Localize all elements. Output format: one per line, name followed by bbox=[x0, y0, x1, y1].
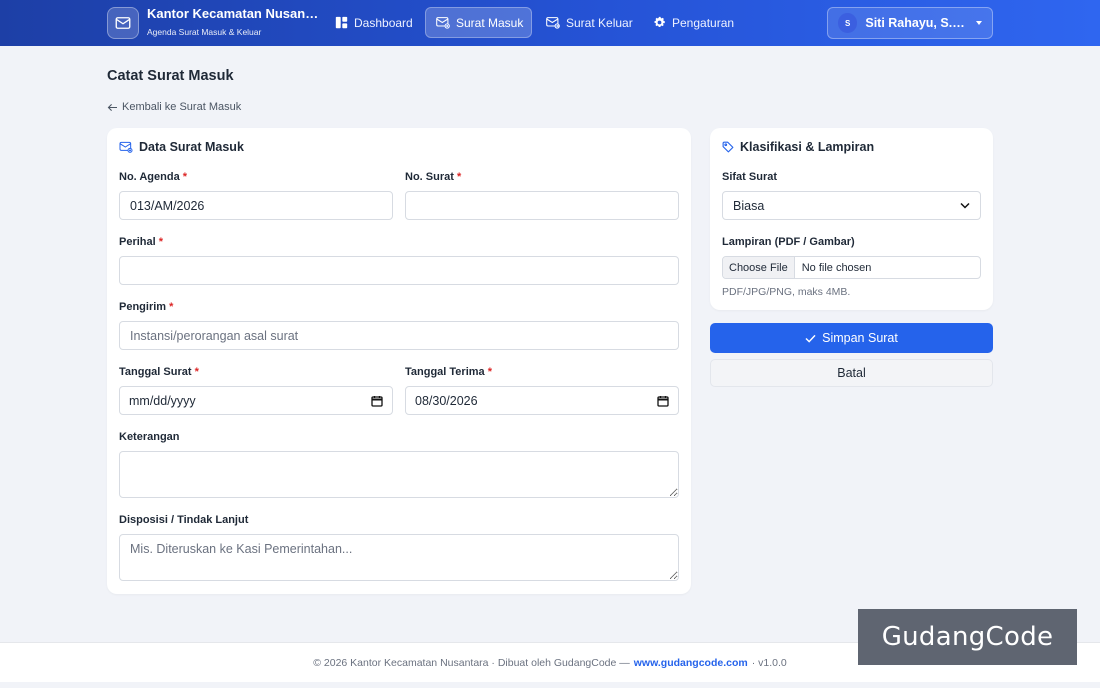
keterangan-textarea[interactable] bbox=[119, 451, 679, 498]
back-link[interactable]: Kembali ke Surat Masuk bbox=[107, 101, 241, 113]
nav-dashboard-label: Dashboard bbox=[354, 15, 413, 30]
tanggal-surat-input[interactable]: mm/dd/yyyy bbox=[119, 386, 393, 415]
sifat-surat-value: Biasa bbox=[733, 198, 765, 213]
label-disposisi: Disposisi / Tindak Lanjut bbox=[119, 514, 249, 526]
footer-link[interactable]: www.gudangcode.com bbox=[634, 657, 748, 669]
avatar: S bbox=[838, 13, 858, 33]
no-surat-input[interactable] bbox=[405, 191, 679, 220]
brand-subtitle: Agenda Surat Masuk & Keluar bbox=[147, 27, 262, 37]
nav-pengaturan[interactable]: Pengaturan bbox=[643, 7, 744, 38]
label-keterangan: Keterangan bbox=[119, 431, 180, 443]
card-heading: Klasifikasi & Lampiran bbox=[722, 140, 874, 154]
file-hint: PDF/JPG/PNG, maks 4MB. bbox=[722, 286, 851, 298]
label-sifat-surat: Sifat Surat bbox=[722, 171, 778, 183]
watermark: GudangCode bbox=[858, 609, 1077, 665]
no-agenda-input[interactable] bbox=[119, 191, 393, 220]
label-perihal: Perihal * bbox=[119, 236, 164, 248]
mail-logo-icon[interactable] bbox=[107, 7, 139, 39]
lampiran-file-input[interactable]: Choose File No file chosen bbox=[722, 256, 981, 279]
label-tanggal-surat: Tanggal Surat * bbox=[119, 366, 199, 378]
brand-title[interactable]: Kantor Kecamatan Nusan… bbox=[147, 6, 318, 21]
tanggal-terima-value: 08/30/2026 bbox=[415, 393, 478, 408]
outbox-mail-icon bbox=[546, 17, 560, 29]
chevron-down-icon bbox=[960, 202, 970, 209]
label-no-agenda: No. Agenda * bbox=[119, 171, 188, 183]
footer-version: · v1.0.0 bbox=[751, 656, 787, 669]
tag-icon bbox=[722, 141, 734, 153]
nav-surat-keluar-label: Surat Keluar bbox=[566, 15, 633, 30]
card-heading: Data Surat Masuk bbox=[119, 140, 244, 154]
nav-surat-masuk[interactable]: Surat Masuk bbox=[425, 7, 532, 38]
card-heading-text: Data Surat Masuk bbox=[139, 140, 244, 154]
klasifikasi-card: Klasifikasi & Lampiran Sifat Surat Biasa… bbox=[710, 128, 993, 310]
top-navbar: Kantor Kecamatan Nusan… Agenda Surat Mas… bbox=[0, 0, 1100, 46]
data-surat-card: Data Surat Masuk No. Agenda * No. Surat … bbox=[107, 128, 691, 594]
caret-down-icon bbox=[976, 21, 982, 25]
label-tanggal-terima: Tanggal Terima * bbox=[405, 366, 493, 378]
arrow-left-icon bbox=[107, 103, 117, 111]
card-heading-text: Klasifikasi & Lampiran bbox=[740, 140, 875, 154]
calendar-icon[interactable] bbox=[371, 395, 383, 407]
inbox-mail-icon bbox=[119, 141, 133, 153]
tanggal-terima-input[interactable]: 08/30/2026 bbox=[405, 386, 679, 415]
user-menu-button[interactable]: S Siti Rahayu, S.A… bbox=[827, 7, 993, 39]
label-no-surat: No. Surat * bbox=[405, 171, 462, 183]
nav-surat-masuk-label: Surat Masuk bbox=[456, 15, 524, 30]
calendar-icon[interactable] bbox=[657, 395, 669, 407]
back-link-label: Kembali ke Surat Masuk bbox=[122, 101, 242, 113]
nav-dashboard[interactable]: Dashboard bbox=[325, 7, 423, 38]
label-pengirim: Pengirim * bbox=[119, 301, 174, 313]
label-lampiran: Lampiran (PDF / Gambar) bbox=[722, 236, 855, 248]
tanggal-surat-value: mm/dd/yyyy bbox=[129, 393, 196, 408]
save-button-label: Simpan Surat bbox=[822, 331, 898, 345]
nav-pengaturan-label: Pengaturan bbox=[672, 15, 735, 30]
choose-file-button[interactable]: Choose File bbox=[723, 257, 795, 278]
dashboard-icon bbox=[335, 16, 348, 29]
footer-text: © 2026 Kantor Kecamatan Nusantara · Dibu… bbox=[313, 656, 630, 669]
pengirim-input[interactable] bbox=[119, 321, 679, 350]
file-name-text: No file chosen bbox=[801, 261, 872, 274]
sifat-surat-select[interactable]: Biasa bbox=[722, 191, 981, 220]
gear-icon bbox=[654, 16, 665, 27]
nav-surat-keluar[interactable]: Surat Keluar bbox=[536, 7, 643, 38]
check-icon bbox=[805, 334, 816, 343]
page-title: Catat Surat Masuk bbox=[107, 68, 234, 84]
page-bottom-strip bbox=[0, 682, 1100, 688]
disposisi-textarea[interactable] bbox=[119, 534, 679, 581]
inbox-mail-icon bbox=[436, 17, 450, 29]
user-name: Siti Rahayu, S.A… bbox=[865, 16, 968, 30]
save-button[interactable]: Simpan Surat bbox=[710, 323, 993, 353]
perihal-input[interactable] bbox=[119, 256, 679, 285]
cancel-button[interactable]: Batal bbox=[710, 359, 993, 387]
